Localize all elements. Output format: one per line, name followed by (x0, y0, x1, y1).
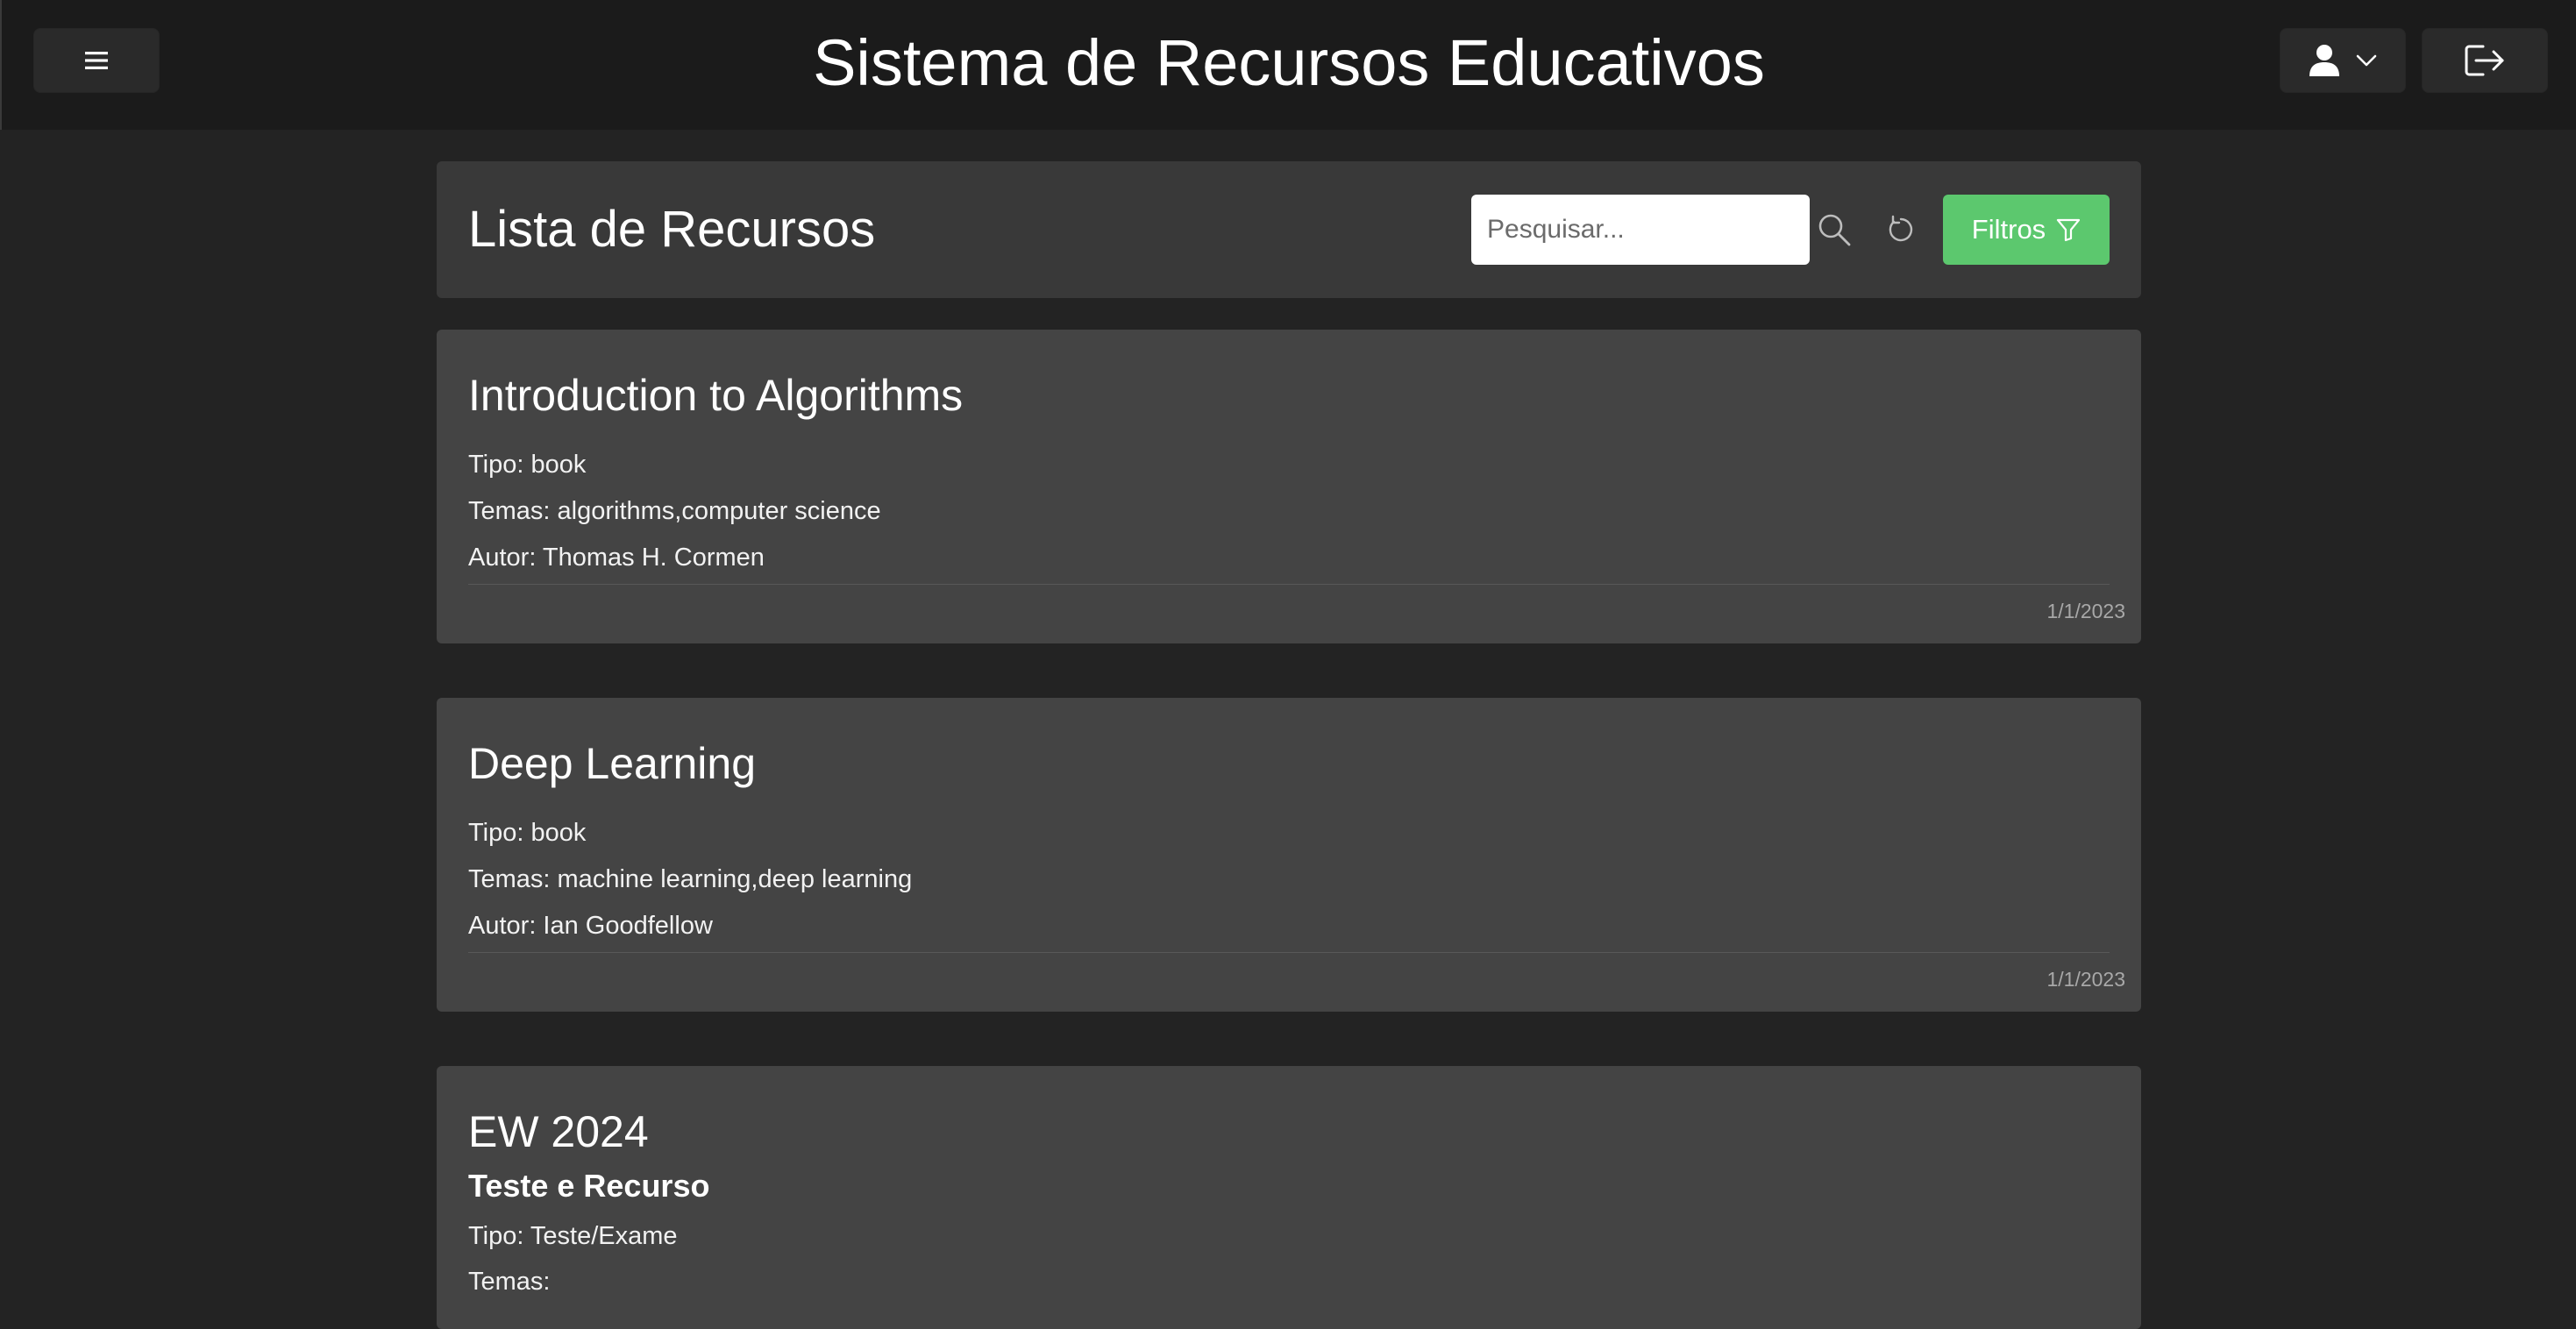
resource-type: Tipo: book (468, 451, 587, 479)
resource-title[interactable]: Deep Learning (468, 731, 756, 796)
user-icon (2309, 45, 2339, 76)
resource-author: Autor: Thomas H. Cormen (468, 544, 765, 572)
filter-button-label: Filtros (1971, 214, 2046, 245)
search-button[interactable] (1808, 203, 1861, 256)
resource-card[interactable]: Introduction to Algorithms Tipo: book Te… (437, 330, 2141, 643)
resource-author: Autor: Ian Goodfellow (468, 912, 713, 940)
chevron-down-icon (2356, 54, 2377, 67)
search-input[interactable] (1471, 195, 1810, 265)
resource-title[interactable]: EW 2024 (468, 1099, 649, 1164)
card-divider (468, 584, 2110, 585)
search-icon (1818, 214, 1851, 246)
resource-type: Tipo: Teste/Exame (468, 1222, 678, 1250)
resource-topics: Temas: algorithms,computer science (468, 497, 881, 525)
resource-card[interactable]: EW 2024 Teste e Recurso Tipo: Teste/Exam… (437, 1066, 2141, 1329)
filter-icon (2057, 218, 2081, 242)
list-header-panel: Lista de Recursos Filtros (437, 161, 2141, 298)
resource-type: Tipo: book (468, 819, 587, 847)
app-title: Sistema de Recursos Educativos (813, 26, 1765, 99)
user-menu-button[interactable] (2280, 28, 2406, 93)
logout-icon (2465, 45, 2504, 76)
logout-button[interactable] (2422, 28, 2548, 93)
resource-topics: Temas: (468, 1268, 551, 1296)
resource-topics: Temas: machine learning,deep learning (468, 865, 913, 893)
resource-card[interactable]: Deep Learning Tipo: book Temas: machine … (437, 698, 2141, 1012)
refresh-icon (1889, 215, 1913, 242)
reset-button[interactable] (1875, 203, 1927, 256)
resource-subtitle: Teste e Recurso (468, 1168, 710, 1204)
resource-date: 1/1/2023 (2046, 600, 2125, 622)
resource-date: 1/1/2023 (2046, 968, 2125, 991)
filter-button[interactable]: Filtros (1943, 195, 2110, 265)
page-title: Lista de Recursos (468, 201, 876, 258)
resource-title[interactable]: Introduction to Algorithms (468, 363, 963, 428)
card-divider (468, 952, 2110, 953)
top-navbar: Sistema de Recursos Educativos (0, 0, 2576, 130)
